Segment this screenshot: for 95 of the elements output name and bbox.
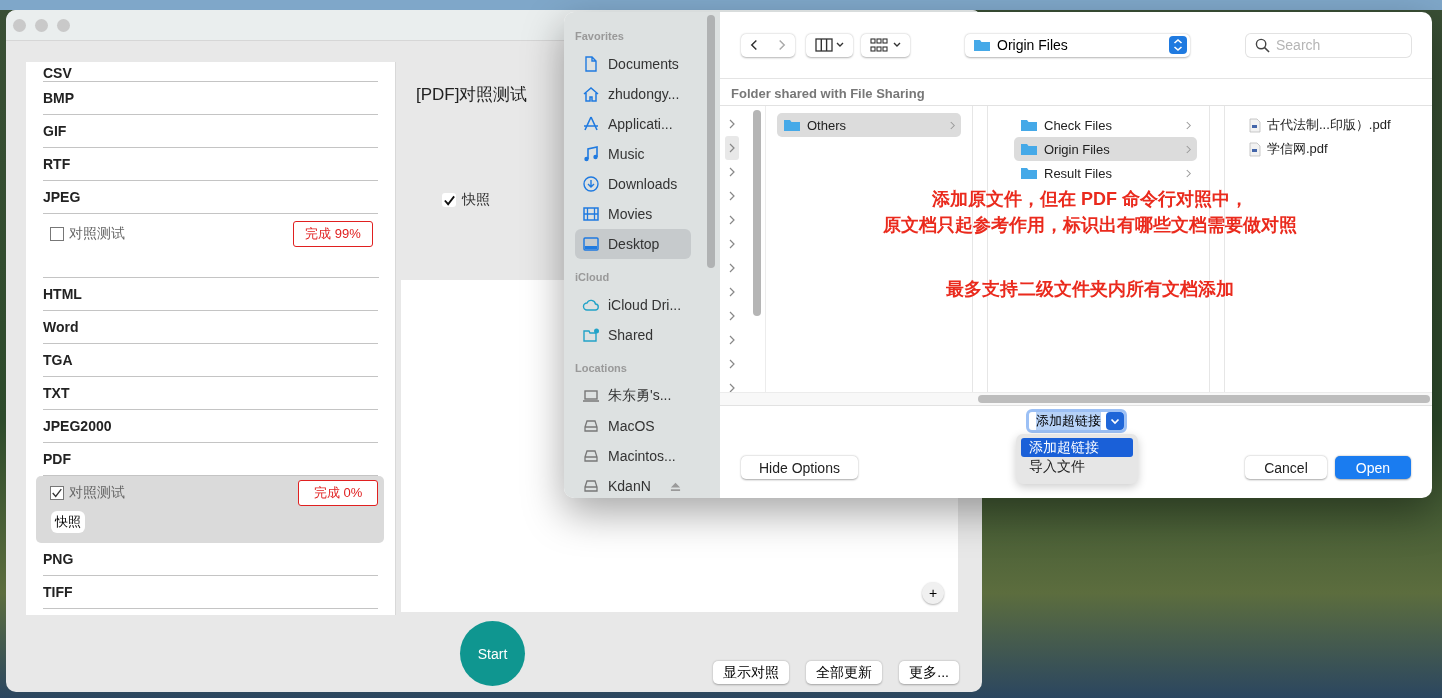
- sidebar-item[interactable]: 朱东勇's...: [575, 381, 691, 411]
- folder-icon: [1020, 142, 1038, 156]
- house-icon: [582, 85, 600, 103]
- sidebar-section-header: Favorites: [575, 30, 625, 44]
- sidebar-item[interactable]: zhudongy...: [575, 79, 691, 109]
- apps-icon: [582, 115, 600, 133]
- format-popup[interactable]: 添加超链接: [1025, 409, 1127, 433]
- task-row[interactable]: 对照测试 完成 0% 快照: [36, 476, 384, 543]
- view-mode-button[interactable]: [806, 33, 853, 57]
- checkbox[interactable]: [50, 486, 64, 500]
- format-item[interactable]: PNG: [43, 543, 378, 576]
- format-item[interactable]: Word: [43, 311, 378, 344]
- grid-icon: [869, 38, 902, 52]
- menu-item[interactable]: 导入文件: [1021, 457, 1133, 476]
- status-badge: 完成 0%: [298, 480, 378, 506]
- format-item[interactable]: JPEG2000: [43, 410, 378, 443]
- sidebar-section-header: Locations: [575, 362, 628, 376]
- columns-view-icon: [814, 38, 845, 52]
- sidebar-item[interactable]: Desktop: [575, 229, 691, 259]
- sidebar-item[interactable]: MacOS: [575, 411, 691, 441]
- chevron-icon: [1185, 143, 1192, 155]
- annotation-text: 添加原文件，但在 PDF 命令行对照中，: [931, 188, 1249, 211]
- footer-button[interactable]: 全部更新: [806, 661, 883, 684]
- file-item[interactable]: 学信网.pdf: [1243, 137, 1424, 161]
- scrollbar[interactable]: [753, 110, 761, 316]
- scrollbar[interactable]: [978, 395, 1430, 403]
- laptop-icon: [582, 387, 600, 405]
- folder-icon: [973, 38, 991, 52]
- menu-item[interactable]: 添加超链接: [1021, 438, 1133, 457]
- file-item[interactable]: 古代法制...印版）.pdf: [1243, 113, 1424, 137]
- footer-button[interactable]: 更多...: [899, 661, 959, 684]
- annotation-text: 原文档只起参考作用，标识出有哪些文档需要做对照: [882, 214, 1298, 237]
- dropdown-icon: [1105, 412, 1124, 430]
- folder-item[interactable]: Origin Files: [1014, 137, 1197, 161]
- sidebar-item[interactable]: Downloads: [575, 169, 691, 199]
- folder-item[interactable]: Result Files: [1014, 161, 1197, 185]
- format-item[interactable]: RTF: [43, 148, 378, 181]
- chevron-icon[interactable]: [725, 136, 739, 160]
- sidebar-item[interactable]: Applicati...: [575, 109, 691, 139]
- status-badge: 完成 99%: [293, 221, 373, 247]
- sidebar-item[interactable]: Documents: [575, 49, 691, 79]
- music-note-icon: [582, 145, 600, 163]
- sidebar-item[interactable]: KdanN: [575, 471, 691, 498]
- pdf-file-icon: [1249, 141, 1261, 157]
- folder-icon: [1020, 166, 1038, 180]
- dialog-button[interactable]: Cancel: [1245, 456, 1327, 479]
- format-item[interactable]: BMP: [43, 82, 378, 115]
- format-item[interactable]: TGA: [43, 344, 378, 377]
- group-button[interactable]: [861, 33, 910, 57]
- path-popup[interactable]: Origin Files: [965, 33, 1190, 57]
- sidebar-item[interactable]: iCloud Dri...: [575, 290, 691, 320]
- open-button[interactable]: Open: [1334, 456, 1411, 479]
- shared-folder-icon: [582, 326, 600, 344]
- format-item[interactable]: CSV: [43, 62, 378, 82]
- sidebar-item[interactable]: Macintos...: [575, 441, 691, 471]
- folder-icon: [783, 118, 801, 132]
- sidebar-section-header: iCloud: [575, 271, 611, 285]
- desktop-icon: [582, 235, 600, 253]
- add-button[interactable]: +: [922, 582, 944, 604]
- footer-button[interactable]: 显示对照: [713, 661, 790, 684]
- document-icon: [582, 55, 600, 73]
- task-label: 对照测试: [69, 225, 125, 243]
- task-label: 对照测试: [69, 484, 125, 502]
- annotation-text: 最多支持二级文件夹内所有文档添加: [945, 278, 1235, 301]
- format-item[interactable]: JPEG: [43, 181, 378, 214]
- sidebar-item[interactable]: Music: [575, 139, 691, 169]
- search-field[interactable]: Search: [1246, 33, 1411, 57]
- format-item[interactable]: GIF: [43, 115, 378, 148]
- scrollbar[interactable]: [707, 15, 715, 268]
- format-item[interactable]: TIFF: [43, 576, 378, 609]
- pdf-file-icon: [1249, 117, 1261, 133]
- folder-icon: [1020, 118, 1038, 132]
- folder-item[interactable]: Check Files: [1014, 113, 1197, 137]
- eject-icon[interactable]: [670, 480, 681, 492]
- checkbox[interactable]: [50, 227, 64, 241]
- task-row[interactable]: 对照测试 完成 99%: [43, 214, 379, 278]
- snapshot-tag: 快照: [51, 511, 85, 533]
- chevron-icon: [1185, 119, 1192, 131]
- sidebar-item[interactable]: Shared: [575, 320, 691, 350]
- start-button[interactable]: Start: [460, 621, 525, 686]
- dialog-button[interactable]: Hide Options: [741, 456, 858, 479]
- chevron-icon: [1185, 167, 1192, 179]
- film-icon: [582, 205, 600, 223]
- location-header: Folder shared with File Sharing: [720, 79, 1432, 106]
- format-item[interactable]: TXT: [43, 377, 378, 410]
- checkbox[interactable]: [442, 193, 456, 207]
- stepper-icon: [1169, 36, 1187, 54]
- detail-title: [PDF]对照测试: [416, 85, 528, 104]
- download-icon: [582, 175, 600, 193]
- sidebar-item[interactable]: Movies: [575, 199, 691, 229]
- chevron-icon: [949, 119, 956, 131]
- folder-item[interactable]: Others: [777, 113, 961, 137]
- search-icon: [1255, 37, 1270, 53]
- format-item[interactable]: HTML: [43, 278, 378, 311]
- option-label: 快照: [462, 191, 490, 209]
